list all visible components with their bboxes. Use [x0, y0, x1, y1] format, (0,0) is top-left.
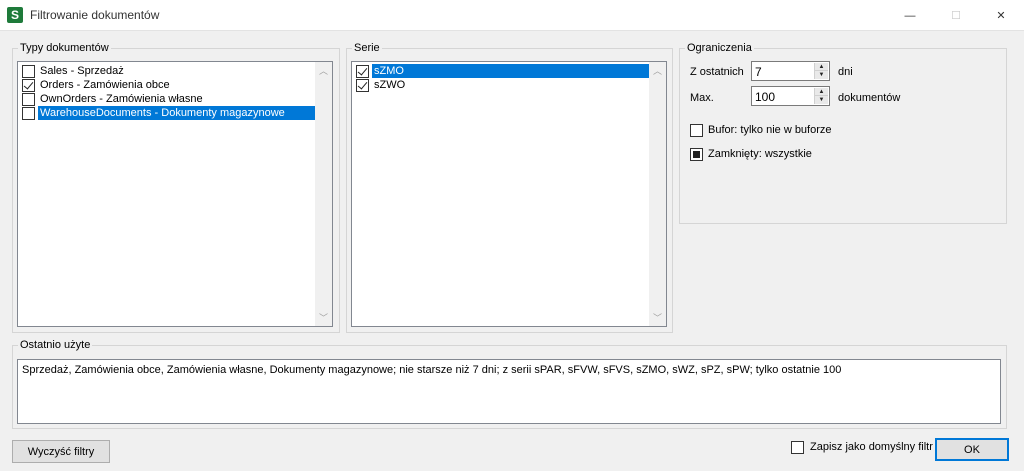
max-label: Max.: [690, 92, 714, 104]
minimize-button[interactable]: —: [887, 0, 933, 31]
app-icon: S: [7, 7, 23, 23]
scroll-up-icon[interactable]: ︿: [649, 62, 666, 79]
doc-type-label: Sales - Sprzedaż: [40, 65, 124, 77]
doc-types-scrollbar[interactable]: ︿ ﹀: [315, 62, 332, 326]
series-item-selected[interactable]: sZMO: [354, 64, 650, 78]
doc-type-item[interactable]: Orders - Zamówienia obce: [20, 78, 315, 92]
doc-types-legend: Typy dokumentów: [20, 42, 109, 54]
series-item[interactable]: sZWO: [354, 78, 650, 92]
doc-type-label: OwnOrders - Zamówienia własne: [40, 93, 203, 105]
spin-up-icon[interactable]: ▲: [815, 63, 828, 71]
last-days-stepper[interactable]: 7 ▲ ▼: [751, 61, 830, 81]
max-docs-unit: dokumentów: [838, 92, 901, 104]
buffer-checkbox[interactable]: [690, 124, 703, 137]
last-days-unit: dni: [838, 66, 853, 78]
series-legend: Serie: [354, 42, 380, 54]
ok-button[interactable]: OK: [935, 438, 1009, 461]
doc-type-label: WarehouseDocuments - Dokumenty magazynow…: [38, 106, 317, 120]
doc-type-item[interactable]: Sales - Sprzedaż: [20, 64, 315, 78]
close-button[interactable]: ✕: [978, 0, 1024, 31]
save-default-label[interactable]: Zapisz jako domyślny filtr: [810, 441, 933, 453]
last-days-label: Z ostatnich: [690, 66, 744, 78]
series-scrollbar[interactable]: ︿ ﹀: [649, 62, 666, 326]
doc-type-item[interactable]: OwnOrders - Zamówienia własne: [20, 92, 315, 106]
recent-legend: Ostatnio użyte: [20, 339, 91, 351]
doc-type-item-selected[interactable]: WarehouseDocuments - Dokumenty magazynow…: [20, 106, 317, 120]
scroll-down-icon[interactable]: ﹀: [315, 309, 332, 326]
doc-type-label: Orders - Zamówienia obce: [40, 79, 170, 91]
checkbox-icon[interactable]: [22, 65, 35, 78]
closed-checkbox[interactable]: [690, 148, 703, 161]
max-docs-stepper[interactable]: 100 ▲ ▼: [751, 86, 830, 106]
closed-label[interactable]: Zamknięty: wszystkie: [708, 148, 812, 160]
title-bar: S Filtrowanie dokumentów — ☐ ✕: [0, 0, 1024, 31]
scroll-up-icon[interactable]: ︿: [315, 62, 332, 79]
series-list[interactable]: sZMO sZWO ︿ ﹀: [351, 61, 667, 327]
last-days-value[interactable]: 7: [755, 65, 762, 79]
spin-down-icon[interactable]: ▼: [815, 71, 828, 79]
window-title: Filtrowanie dokumentów: [30, 8, 160, 22]
checkbox-checked-icon[interactable]: [356, 79, 369, 92]
buffer-label[interactable]: Bufor: tylko nie w buforze: [708, 124, 832, 136]
spin-up-icon[interactable]: ▲: [815, 88, 828, 96]
doc-types-list[interactable]: Sales - Sprzedaż Orders - Zamówienia obc…: [17, 61, 333, 327]
maximize-button[interactable]: ☐: [933, 0, 979, 31]
clear-filters-button[interactable]: Wyczyść filtry: [12, 440, 110, 463]
max-docs-value[interactable]: 100: [755, 90, 775, 104]
save-default-checkbox[interactable]: [791, 441, 804, 454]
scroll-down-icon[interactable]: ﹀: [649, 309, 666, 326]
checkbox-icon[interactable]: [22, 107, 35, 120]
checkbox-icon[interactable]: [22, 93, 35, 106]
series-label: sZMO: [372, 64, 650, 78]
checkbox-checked-icon[interactable]: [22, 79, 35, 92]
checkbox-checked-icon[interactable]: [356, 65, 369, 78]
spin-down-icon[interactable]: ▼: [815, 96, 828, 104]
series-label: sZWO: [374, 79, 406, 91]
recent-filter-text[interactable]: Sprzedaż, Zamówienia obce, Zamówienia wł…: [17, 359, 1001, 424]
limits-legend: Ograniczenia: [687, 42, 752, 54]
